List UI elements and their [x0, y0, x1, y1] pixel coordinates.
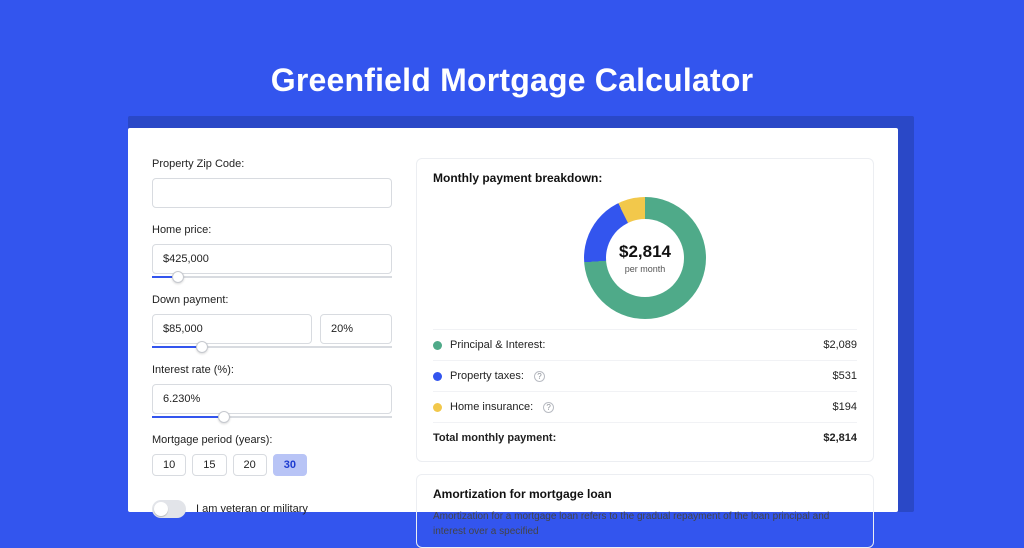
donut-sub: per month — [625, 264, 666, 274]
amortization-panel: Amortization for mortgage loan Amortizat… — [416, 474, 874, 548]
legend-row-total: Total monthly payment: $2,814 — [433, 422, 857, 453]
amortization-title: Amortization for mortgage loan — [433, 487, 857, 501]
legend-label: Property taxes: — [450, 370, 524, 382]
donut-chart: $2,814 per month — [584, 197, 706, 319]
dot-icon — [433, 372, 442, 381]
breakdown-title: Monthly payment breakdown: — [433, 171, 857, 185]
dot-icon — [433, 403, 442, 412]
down-payment-label: Down payment: — [152, 294, 392, 306]
dot-icon — [433, 341, 442, 350]
legend-total-amount: $2,814 — [823, 432, 857, 444]
info-icon[interactable]: ? — [534, 371, 545, 382]
period-btn-20[interactable]: 20 — [233, 454, 267, 476]
form-column: Property Zip Code: Home price: Down paym… — [152, 158, 392, 512]
period-btn-15[interactable]: 15 — [192, 454, 226, 476]
interest-rate-field: Interest rate (%): — [152, 364, 392, 418]
period-label: Mortgage period (years): — [152, 434, 392, 446]
home-price-input[interactable] — [152, 244, 392, 274]
info-icon[interactable]: ? — [543, 402, 554, 413]
results-column: Monthly payment breakdown: $2,814 per mo… — [416, 158, 874, 512]
down-payment-slider[interactable] — [152, 346, 392, 348]
down-payment-percent-input[interactable] — [320, 314, 392, 344]
veteran-toggle[interactable] — [152, 500, 186, 518]
legend-row-taxes: Property taxes: ? $531 — [433, 360, 857, 391]
period-btn-30[interactable]: 30 — [273, 454, 307, 476]
home-price-slider[interactable] — [152, 276, 392, 278]
calculator-card: Property Zip Code: Home price: Down paym… — [128, 128, 898, 512]
period-field: Mortgage period (years): 10 15 20 30 — [152, 434, 392, 476]
period-options: 10 15 20 30 — [152, 454, 392, 476]
legend-row-principal: Principal & Interest: $2,089 — [433, 329, 857, 360]
down-payment-field: Down payment: — [152, 294, 392, 348]
zip-input[interactable] — [152, 178, 392, 208]
slider-thumb[interactable] — [172, 271, 184, 283]
legend-row-insurance: Home insurance: ? $194 — [433, 391, 857, 422]
donut-center: $2,814 per month — [584, 197, 706, 319]
page-title: Greenfield Mortgage Calculator — [0, 62, 1024, 99]
slider-thumb[interactable] — [196, 341, 208, 353]
donut-amount: $2,814 — [619, 242, 671, 262]
amortization-text: Amortization for a mortgage loan refers … — [433, 509, 857, 539]
interest-rate-slider[interactable] — [152, 416, 392, 418]
interest-rate-label: Interest rate (%): — [152, 364, 392, 376]
page-header: Greenfield Mortgage Calculator — [0, 0, 1024, 99]
veteran-label: I am veteran or military — [196, 503, 308, 515]
breakdown-panel: Monthly payment breakdown: $2,814 per mo… — [416, 158, 874, 462]
interest-rate-input[interactable] — [152, 384, 392, 414]
zip-field: Property Zip Code: — [152, 158, 392, 208]
toggle-knob — [154, 502, 168, 516]
legend-total-label: Total monthly payment: — [433, 432, 556, 444]
home-price-label: Home price: — [152, 224, 392, 236]
period-btn-10[interactable]: 10 — [152, 454, 186, 476]
veteran-row: I am veteran or military — [152, 500, 392, 518]
legend-label: Principal & Interest: — [450, 339, 545, 351]
donut-wrap: $2,814 per month — [433, 193, 857, 329]
slider-thumb[interactable] — [218, 411, 230, 423]
legend-amount: $2,089 — [823, 339, 857, 351]
zip-label: Property Zip Code: — [152, 158, 392, 170]
legend-amount: $194 — [833, 401, 857, 413]
legend-amount: $531 — [833, 370, 857, 382]
legend-label: Home insurance: — [450, 401, 533, 413]
down-payment-amount-input[interactable] — [152, 314, 312, 344]
home-price-field: Home price: — [152, 224, 392, 278]
